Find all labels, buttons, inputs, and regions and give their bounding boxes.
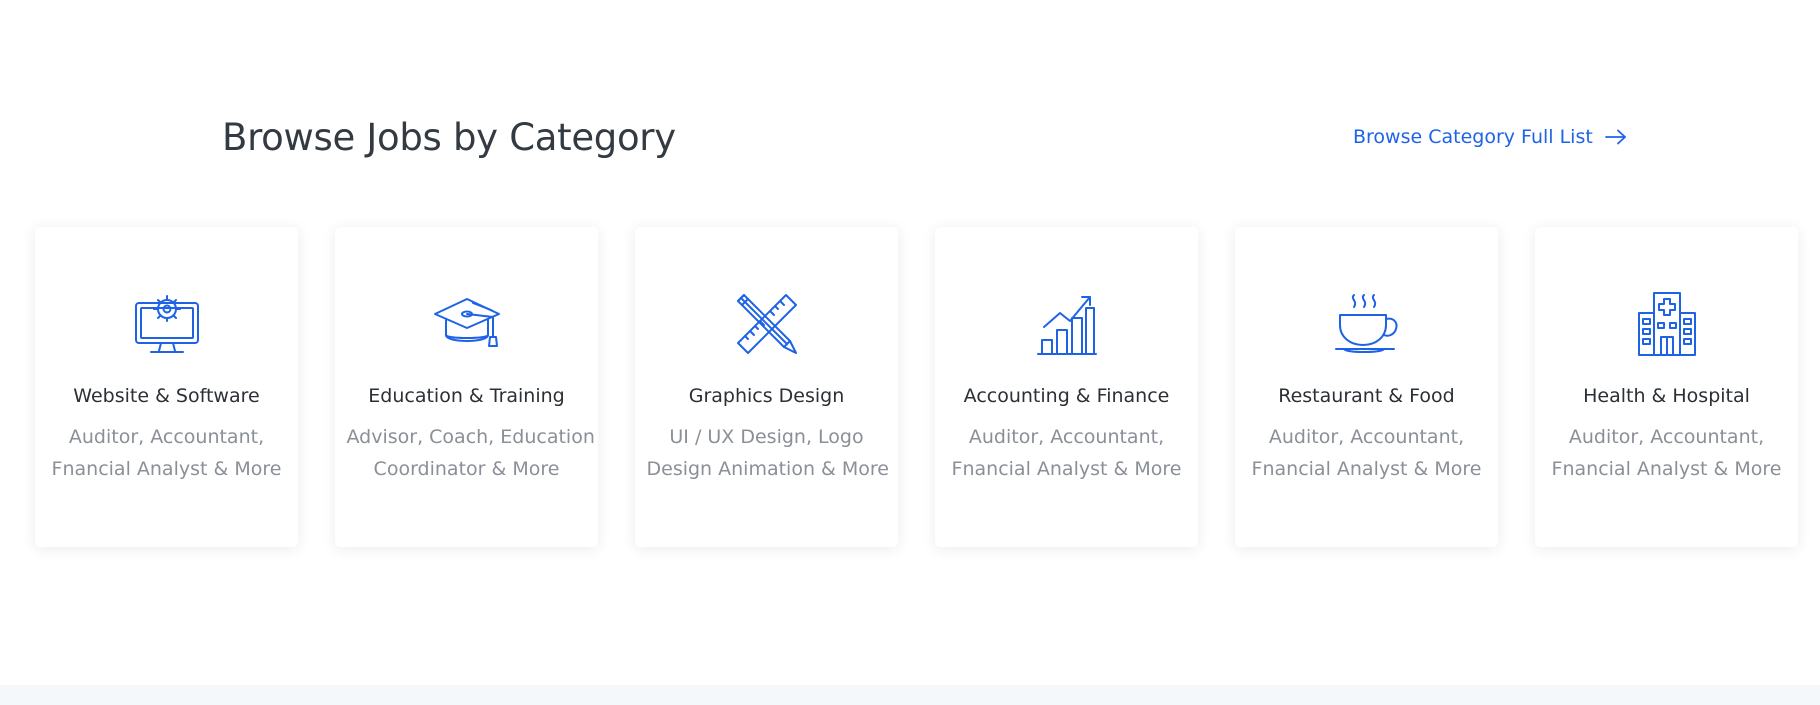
category-card-education-training[interactable]: Education & Training Advisor, Coach, Edu…	[335, 227, 598, 547]
category-description-line: Fnancial Analyst & More	[1551, 458, 1782, 480]
hospital-icon	[1632, 289, 1702, 359]
category-description-line: Auditor, Accountant,	[968, 426, 1165, 448]
category-name: Education & Training	[368, 385, 565, 407]
category-name: Health & Hospital	[1583, 385, 1750, 407]
category-description: UI / UX Design, Logo Design Animation & …	[646, 421, 890, 485]
browse-link-label: Browse Category Full List	[1353, 126, 1593, 148]
category-name: Accounting & Finance	[963, 385, 1170, 407]
category-description: Auditor, Accountant, Fnancial Analyst & …	[47, 421, 287, 485]
category-description: Advisor, Coach, Education Coordinator & …	[346, 421, 595, 485]
category-description-line: Fnancial Analyst & More	[1251, 458, 1482, 480]
graduation-cap-icon	[432, 289, 502, 359]
arrow-right-icon	[1604, 129, 1627, 145]
category-description-line: UI / UX Design, Logo	[669, 426, 864, 448]
category-description-line: Coordinator & More	[373, 458, 560, 480]
category-description: Auditor, Accountant, Fnancial Analyst & …	[1547, 421, 1787, 485]
category-description-line: Fnancial Analyst & More	[51, 458, 282, 480]
category-description-line: Auditor, Accountant,	[1568, 426, 1765, 448]
category-name: Website & Software	[73, 385, 260, 407]
category-description-line: Fnancial Analyst & More	[951, 458, 1182, 480]
category-description-line: Design Animation & More	[646, 458, 890, 480]
category-card-restaurant-food[interactable]: Restaurant & Food Auditor, Accountant, F…	[1235, 227, 1498, 547]
category-description: Auditor, Accountant, Fnancial Analyst & …	[947, 421, 1187, 485]
browse-category-full-list-link[interactable]: Browse Category Full List	[1353, 126, 1627, 148]
pencil-ruler-icon	[732, 289, 802, 359]
category-description-line: Advisor, Coach, Education	[346, 426, 595, 448]
bar-chart-growth-icon	[1032, 289, 1102, 359]
category-cards: Website & Software Auditor, Accountant, …	[35, 227, 1798, 547]
monitor-gear-icon	[132, 289, 202, 359]
category-card-website-software[interactable]: Website & Software Auditor, Accountant, …	[35, 227, 298, 547]
category-name: Graphics Design	[688, 385, 845, 407]
category-description: Auditor, Accountant, Fnancial Analyst & …	[1247, 421, 1487, 485]
category-description-line: Auditor, Accountant,	[1268, 426, 1465, 448]
category-name: Restaurant & Food	[1278, 385, 1455, 407]
next-section-band	[0, 685, 1820, 705]
category-card-health-hospital[interactable]: Health & Hospital Auditor, Accountant, F…	[1535, 227, 1798, 547]
category-card-graphics-design[interactable]: Graphics Design UI / UX Design, Logo Des…	[635, 227, 898, 547]
section-title: Browse Jobs by Category	[222, 116, 676, 159]
category-description-line: Auditor, Accountant,	[68, 426, 265, 448]
coffee-cup-icon	[1332, 289, 1402, 359]
browse-categories-section: Browse Jobs by Category Browse Category …	[0, 0, 1820, 685]
category-card-accounting-finance[interactable]: Accounting & Finance Auditor, Accountant…	[935, 227, 1198, 547]
